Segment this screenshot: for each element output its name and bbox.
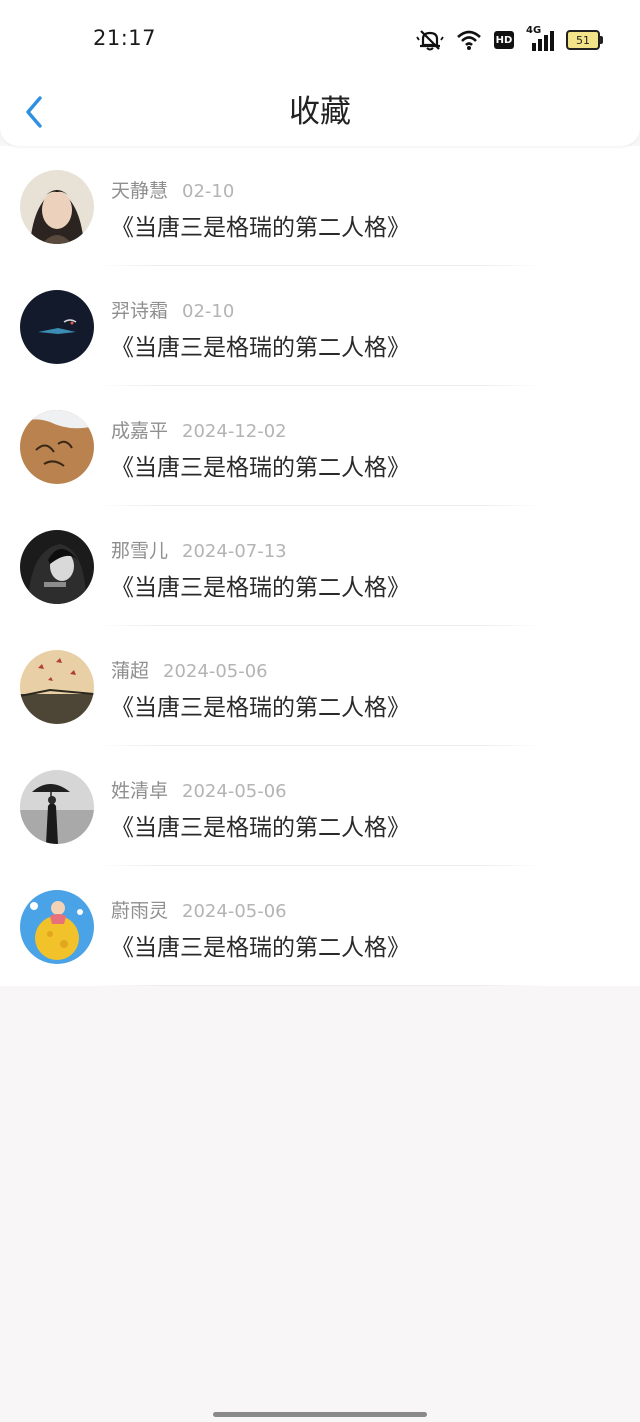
hd-icon: HD [494, 31, 514, 49]
author-name: 那雪儿 [111, 540, 169, 562]
item-date: 2024-07-13 [182, 541, 287, 562]
battery-icon: 51 [566, 30, 603, 50]
favorite-item[interactable]: 蒲超 2024-05-06 《当唐三是格瑞的第二人格》 [0, 626, 640, 746]
bell-off-icon [416, 28, 444, 52]
author-name: 成嘉平 [111, 420, 169, 442]
favorite-item[interactable]: 蔚雨灵 2024-05-06 《当唐三是格瑞的第二人格》 [0, 866, 640, 986]
favorite-item[interactable]: 成嘉平 2024-12-02 《当唐三是格瑞的第二人格》 [0, 386, 640, 506]
author-name: 蒲超 [111, 660, 150, 682]
page-title: 收藏 [289, 94, 351, 130]
app-header: 21:17 HD 4G 51 收藏 [0, 0, 640, 146]
favorite-item[interactable]: 天静慧 02-10 《当唐三是格瑞的第二人格》 [0, 146, 640, 266]
favorite-item[interactable]: 姓清卓 2024-05-06 《当唐三是格瑞的第二人格》 [0, 746, 640, 866]
avatar [20, 650, 94, 724]
item-date: 02-10 [182, 181, 235, 202]
status-icons: HD 4G 51 [416, 25, 603, 54]
item-title: 《当唐三是格瑞的第二人格》 [111, 935, 410, 961]
favorites-list: 天静慧 02-10 《当唐三是格瑞的第二人格》 羿诗霜 02-10 《当唐三是格瑞的… [0, 146, 640, 986]
status-bar: 21:17 HD 4G 51 [0, 0, 640, 80]
avatar [20, 770, 94, 844]
divider [94, 985, 546, 986]
item-meta: 蔚雨灵 2024-05-06 [111, 896, 287, 922]
status-time: 21:17 [93, 26, 157, 50]
item-title: 《当唐三是格瑞的第二人格》 [111, 695, 410, 721]
item-meta: 羿诗霜 02-10 [111, 296, 234, 322]
author-name: 姓清卓 [111, 780, 169, 802]
item-date: 2024-05-06 [182, 781, 287, 802]
item-meta: 姓清卓 2024-05-06 [111, 776, 287, 802]
author-name: 蔚雨灵 [111, 900, 169, 922]
item-title: 《当唐三是格瑞的第二人格》 [111, 335, 410, 361]
item-date: 02-10 [182, 301, 235, 322]
avatar [20, 530, 94, 604]
author-name: 羿诗霜 [111, 300, 169, 322]
cellular-4g-icon: 4G [526, 25, 554, 51]
item-date: 2024-12-02 [182, 421, 287, 442]
favorite-item[interactable]: 羿诗霜 02-10 《当唐三是格瑞的第二人格》 [0, 266, 640, 386]
avatar [20, 290, 94, 364]
home-indicator[interactable] [213, 1412, 427, 1417]
item-meta: 天静慧 02-10 [111, 176, 234, 202]
avatar [20, 170, 94, 244]
item-meta: 成嘉平 2024-12-02 [111, 416, 287, 442]
favorite-item[interactable]: 那雪儿 2024-07-13 《当唐三是格瑞的第二人格》 [0, 506, 640, 626]
item-title: 《当唐三是格瑞的第二人格》 [111, 815, 410, 841]
item-title: 《当唐三是格瑞的第二人格》 [111, 215, 410, 241]
item-title: 《当唐三是格瑞的第二人格》 [111, 575, 410, 601]
author-name: 天静慧 [111, 180, 169, 202]
item-meta: 蒲超 2024-05-06 [111, 656, 268, 682]
item-meta: 那雪儿 2024-07-13 [111, 536, 287, 562]
avatar [20, 890, 94, 964]
item-date: 2024-05-06 [163, 661, 268, 682]
item-date: 2024-05-06 [182, 901, 287, 922]
avatar [20, 410, 94, 484]
wifi-icon [456, 29, 482, 51]
item-title: 《当唐三是格瑞的第二人格》 [111, 455, 410, 481]
